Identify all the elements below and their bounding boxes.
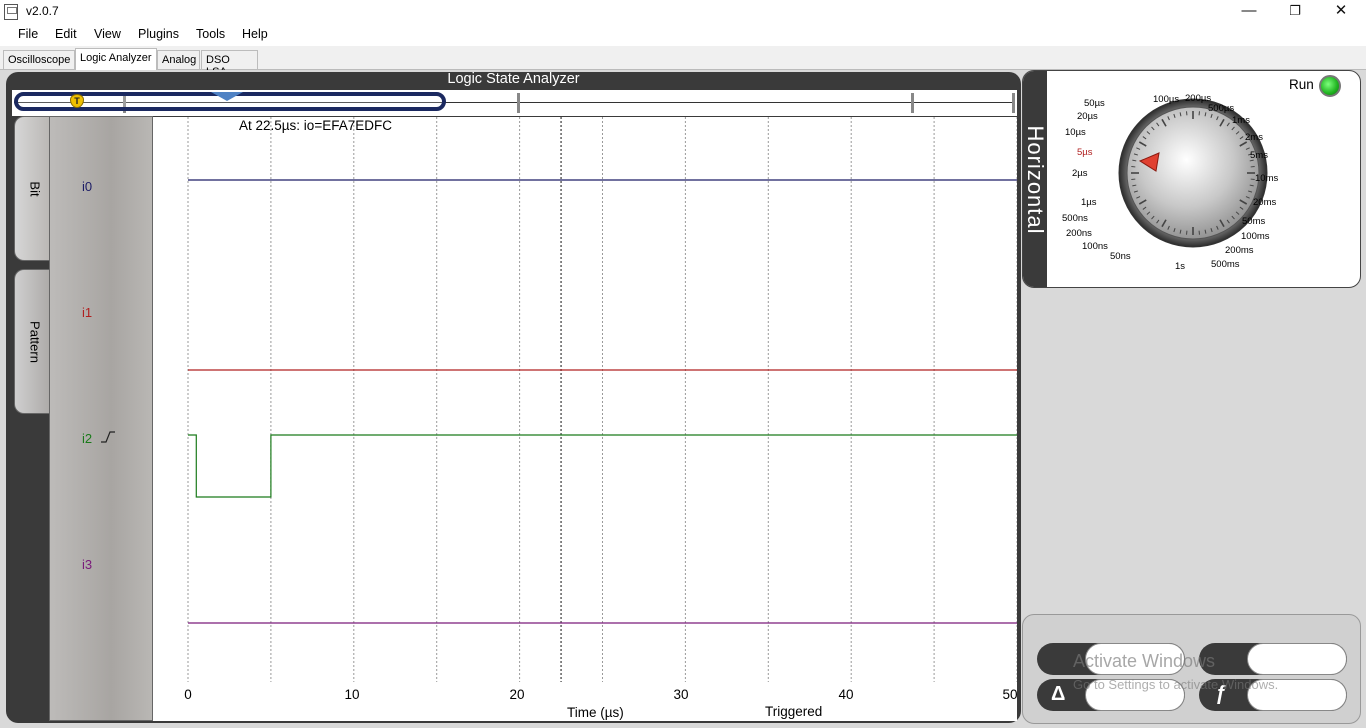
dial-label[interactable]: 100ns — [1082, 241, 1108, 252]
dial-label[interactable]: 1µs — [1081, 197, 1097, 208]
rising-edge-trigger-icon[interactable] — [101, 431, 115, 443]
minimize-button[interactable]: — — [1226, 0, 1272, 24]
dial-label[interactable]: 500ns — [1062, 213, 1088, 224]
measure-pill-top-right — [1199, 643, 1347, 675]
dial-label[interactable]: 50µs — [1084, 98, 1105, 109]
dial-label[interactable]: 1s — [1175, 261, 1185, 272]
overview-tick — [517, 93, 520, 113]
window-title: v2.0.7 — [26, 4, 59, 18]
menu-tools[interactable]: Tools — [196, 27, 225, 41]
dial-label[interactable]: 2µs — [1072, 168, 1088, 179]
activation-watermark-subtitle: Go to Settings to activate Windows. — [1073, 677, 1279, 692]
menu-help[interactable]: Help — [242, 27, 268, 41]
trigger-status: Triggered — [765, 704, 823, 719]
channel-label-i1[interactable]: i1 — [82, 305, 92, 320]
dial-label[interactable]: 2ms — [1245, 132, 1263, 143]
dial-label[interactable]: 10µs — [1065, 127, 1086, 138]
tab-logic-analyzer[interactable]: Logic Analyzer — [75, 48, 157, 70]
channel-labels: i0 i1 i2 i3 — [49, 116, 153, 721]
dial-label[interactable]: 10ms — [1255, 173, 1278, 184]
menu-plugins[interactable]: Plugins — [138, 27, 179, 41]
x-tick-label: 30 — [673, 687, 689, 702]
horizontal-title: Horizontal — [1023, 125, 1048, 235]
menu-view[interactable]: View — [94, 27, 121, 41]
delta-icon: Δ — [1051, 683, 1066, 705]
side-tab-bit-label: Bit — [27, 180, 42, 197]
tab-analog[interactable]: Analog — [157, 50, 200, 69]
x-tick-label: 20 — [509, 687, 525, 702]
restore-button[interactable]: ❐ — [1272, 0, 1318, 24]
dial-label[interactable]: 100µs — [1153, 94, 1179, 105]
side-tab-bit[interactable]: Bit — [14, 116, 54, 261]
x-tick-label: 0 — [184, 687, 192, 702]
measure-field-top-right[interactable] — [1247, 643, 1347, 675]
dial-label[interactable]: 500ms — [1211, 259, 1240, 270]
tab-oscilloscope[interactable]: Oscilloscope — [3, 50, 75, 69]
dial-label[interactable]: 500µs — [1208, 103, 1234, 114]
horizontal-strip: Horizontal — [1023, 71, 1048, 287]
channel-label-i2[interactable]: i2 — [82, 431, 92, 446]
dial-label[interactable]: 50ns — [1110, 251, 1131, 262]
dial-label[interactable]: 20ms — [1253, 197, 1276, 208]
dial-label[interactable]: 200ns — [1066, 228, 1092, 239]
tab-dso-lsa[interactable]: DSO LSA — [201, 50, 258, 78]
dial-label[interactable]: 100ms — [1241, 231, 1270, 242]
dial-label[interactable]: 1ms — [1232, 115, 1250, 126]
x-tick-label: 50 — [1002, 687, 1018, 702]
menu-bar: File Edit View Plugins Tools Help — [0, 24, 1366, 46]
dial-label[interactable]: 5ms — [1250, 150, 1268, 161]
waveform-canvas[interactable] — [153, 117, 1017, 721]
overview-tick — [911, 93, 914, 113]
cursor-readout: At 22.5µs: io=EFA7EDFC — [239, 118, 392, 133]
overview-tick — [1012, 93, 1015, 113]
horizontal-panel: Horizontal Run 100µs 200µs 500µs 1ms 2ms 5ms 1… — [1022, 70, 1361, 288]
dial-face — [1126, 106, 1260, 240]
x-tick-label: 40 — [838, 687, 854, 702]
tab-bar: Oscilloscope Logic Analyzer Analog DSO L… — [0, 46, 1366, 78]
activation-watermark-title: Activate Windows — [1073, 651, 1216, 671]
close-button[interactable]: ✕ — [1318, 0, 1364, 24]
dial-label[interactable]: 200ms — [1225, 245, 1254, 256]
x-axis-label: Time (µs) — [567, 705, 624, 720]
x-tick-label: 10 — [344, 687, 360, 702]
channel-label-i3[interactable]: i3 — [82, 557, 92, 572]
menu-file[interactable]: File — [18, 27, 38, 41]
main-area: Logic State Analyzer T Bit Pattern i0 i1… — [0, 70, 1366, 728]
side-tab-pattern-label: Pattern — [27, 320, 42, 363]
side-tab-pattern[interactable]: Pattern — [14, 269, 54, 414]
logic-state-analyzer-panel: Logic State Analyzer T Bit Pattern i0 i1… — [6, 72, 1021, 723]
dial-label[interactable]: 5µs — [1077, 147, 1093, 158]
side-tabs: Bit Pattern — [14, 116, 54, 720]
waveform-plot[interactable]: At 22.5µs: io=EFA7EDFC 0 10 20 30 40 50 … — [153, 117, 1018, 721]
title-bar: v2.0.7 — ❐ ✕ — [0, 0, 1366, 24]
view-position-marker[interactable] — [211, 92, 243, 101]
channel-label-i0[interactable]: i0 — [82, 179, 92, 194]
overview-bar[interactable]: T — [12, 90, 1017, 116]
menu-edit[interactable]: Edit — [55, 27, 77, 41]
dial-label[interactable]: 20µs — [1077, 111, 1098, 122]
run-led-button[interactable] — [1319, 75, 1341, 97]
app-icon — [4, 4, 18, 20]
timebase-dial[interactable]: 100µs 200µs 500µs 1ms 2ms 5ms 10ms 20ms 50ms 100m… — [1062, 89, 1293, 287]
dial-label[interactable]: 50ms — [1242, 216, 1265, 227]
panel-title: Logic State Analyzer — [447, 71, 580, 87]
